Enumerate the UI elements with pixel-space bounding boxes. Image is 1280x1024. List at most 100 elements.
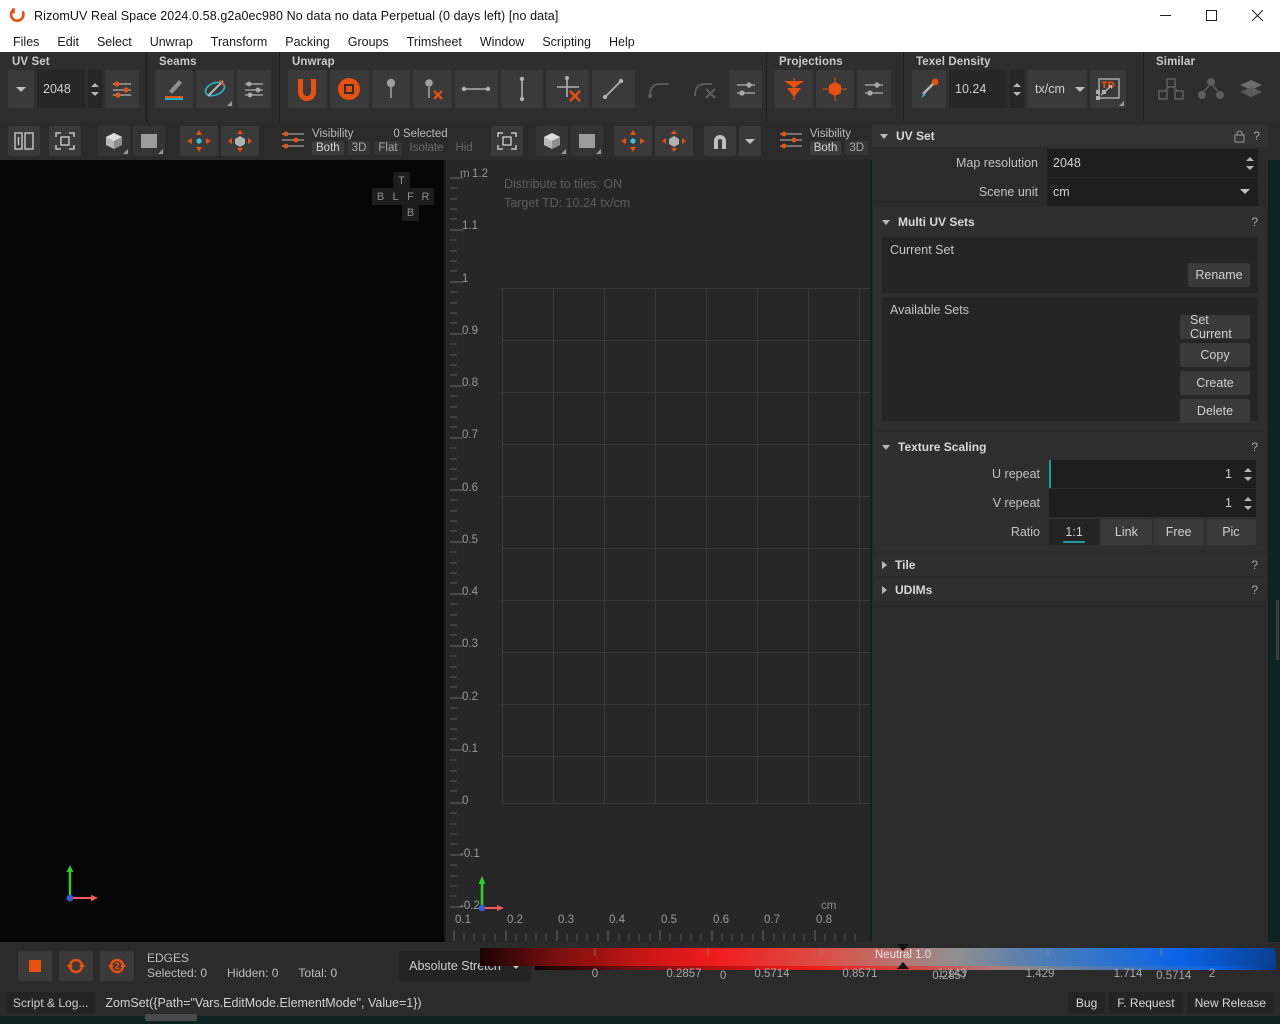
similar-select-filled-icon[interactable] xyxy=(1192,70,1229,108)
texel-density-stepper[interactable] xyxy=(1010,70,1024,108)
uvset-dropdown-button[interactable] xyxy=(8,70,34,108)
input-u-repeat[interactable]: 1 xyxy=(1049,460,1256,488)
center-object-icon[interactable] xyxy=(221,126,259,156)
new-release-button[interactable]: New Release xyxy=(1187,992,1274,1014)
visibility-flat-3d[interactable]: Flat xyxy=(374,141,401,155)
texel-density-unit-select[interactable]: tx/cm xyxy=(1027,70,1087,108)
stretch-mode-select[interactable]: Absolute Stretch xyxy=(399,951,531,981)
map-resolution-value[interactable]: 2048 xyxy=(37,70,85,108)
delete-button[interactable]: Delete xyxy=(1180,399,1250,423)
menu-transform[interactable]: Transform xyxy=(211,35,277,49)
uv-visibility-3d[interactable]: 3D xyxy=(845,141,868,155)
expand-arrow-tile[interactable] xyxy=(882,561,887,569)
weld-seam-icon[interactable] xyxy=(196,70,234,108)
lock-icon[interactable] xyxy=(1234,130,1245,143)
input-v-repeat[interactable]: 1 xyxy=(1049,489,1256,517)
help-icon-tile[interactable]: ? xyxy=(1251,558,1258,572)
unwrap-u-icon[interactable] xyxy=(288,70,327,108)
menu-groups[interactable]: Groups xyxy=(348,35,398,49)
feature-request-button[interactable]: F. Request xyxy=(1109,992,1182,1014)
view-cube-navigator[interactable]: T B L F R B xyxy=(372,172,432,220)
available-sets-box[interactable]: Available Sets Set Current Copy Create D… xyxy=(882,297,1258,421)
uv-visibility-both[interactable]: Both xyxy=(810,141,842,155)
menu-files[interactable]: Files xyxy=(13,35,48,49)
menu-packing[interactable]: Packing xyxy=(285,35,338,49)
section-header-texture-scaling[interactable]: Texture Scaling ? xyxy=(874,436,1266,458)
visibility-hide[interactable]: Hid xyxy=(451,141,476,155)
magnet-dropdown-icon[interactable] xyxy=(739,126,761,156)
collapse-arrow-texture-scaling[interactable] xyxy=(882,445,890,450)
refresh-2-button[interactable]: 2 xyxy=(100,951,134,981)
ratio-free-button[interactable]: Free xyxy=(1154,519,1204,545)
expand-arrow-udims[interactable] xyxy=(882,586,887,594)
center-selection-icon[interactable] xyxy=(180,126,218,156)
unwrap-optimize-icon[interactable] xyxy=(330,70,369,108)
fit-view-3d-icon[interactable] xyxy=(49,126,81,156)
minimize-button[interactable] xyxy=(1142,0,1188,31)
straighten-diagonal-icon[interactable] xyxy=(592,70,635,108)
texel-density-picker-icon[interactable] xyxy=(912,70,946,108)
panel-scrollbar[interactable] xyxy=(1274,600,1280,660)
refresh-button[interactable] xyxy=(59,951,93,981)
viewcube-right[interactable]: R xyxy=(417,188,434,205)
select-scene-unit[interactable]: cm xyxy=(1047,178,1258,206)
align-vertical-icon[interactable] xyxy=(501,70,544,108)
projections-settings-icon[interactable] xyxy=(857,70,891,108)
align-horizontal-icon[interactable] xyxy=(455,70,498,108)
projection-box-icon[interactable] xyxy=(816,70,854,108)
visibility-both-3d[interactable]: Both xyxy=(312,141,344,155)
cut-seam-icon[interactable] xyxy=(155,70,193,108)
help-icon-udims[interactable]: ? xyxy=(1251,583,1258,597)
section-header-uv-set[interactable]: UV Set ? xyxy=(872,125,1268,147)
menu-help[interactable]: Help xyxy=(609,35,644,49)
create-button[interactable]: Create xyxy=(1180,371,1250,395)
menu-unwrap[interactable]: Unwrap xyxy=(150,35,202,49)
curve-flow-icon[interactable] xyxy=(638,70,681,108)
copy-button[interactable]: Copy xyxy=(1180,343,1250,367)
help-icon-texture-scaling[interactable]: ? xyxy=(1251,440,1258,454)
stepper-v-repeat[interactable] xyxy=(1244,489,1252,517)
uv-ruler-horizontal[interactable]: 0.1 0.2 0.3 0.4 0.5 0.6 0.7 0.8 cm xyxy=(446,914,870,942)
viewport-uv[interactable]: Distribute to tiles: ON Target TD: 10.24… xyxy=(446,160,870,942)
set-current-button[interactable]: Set Current xyxy=(1180,315,1250,339)
viewcube-top[interactable]: T xyxy=(393,172,410,189)
stepper-u-repeat[interactable] xyxy=(1244,460,1252,488)
magnet-snap-icon[interactable] xyxy=(704,126,736,156)
section-header-udims[interactable]: UDIMs ? xyxy=(874,579,1266,601)
collapse-arrow-uv-set[interactable] xyxy=(880,134,888,139)
menu-edit[interactable]: Edit xyxy=(57,35,88,49)
fit-view-uv-icon[interactable] xyxy=(491,126,523,156)
uv-shading-flat-icon[interactable] xyxy=(571,126,603,156)
similar-select-outline-icon[interactable] xyxy=(1152,70,1189,108)
close-button[interactable] xyxy=(1234,0,1280,31)
uvset-settings-icon[interactable] xyxy=(105,70,139,108)
unwrap-settings-icon[interactable] xyxy=(729,70,762,108)
split-view-icon[interactable] xyxy=(8,126,40,156)
menu-scripting[interactable]: Scripting xyxy=(542,35,600,49)
similar-stack-icon[interactable] xyxy=(1232,70,1269,108)
visibility-3d-3d[interactable]: 3D xyxy=(348,141,371,155)
uv-shading-3d-icon[interactable] xyxy=(536,126,568,156)
uv-visibility-settings-icon[interactable] xyxy=(778,128,804,155)
align-remove-icon[interactable] xyxy=(546,70,589,108)
stop-button[interactable] xyxy=(18,951,52,981)
maximize-button[interactable] xyxy=(1188,0,1234,31)
menu-window[interactable]: Window xyxy=(480,35,533,49)
seams-settings-icon[interactable] xyxy=(237,70,271,108)
viewcube-bottom[interactable]: B xyxy=(402,204,419,221)
script-log-label[interactable]: Script & Log... xyxy=(6,992,95,1014)
menu-trimsheet[interactable]: Trimsheet xyxy=(407,35,471,49)
bug-button[interactable]: Bug xyxy=(1068,992,1105,1014)
rename-button[interactable]: Rename xyxy=(1188,263,1250,287)
projection-planar-icon[interactable] xyxy=(775,70,813,108)
viewport-3d[interactable]: T B L F R B xyxy=(0,160,444,942)
current-set-box[interactable]: Current Set Rename xyxy=(882,237,1258,293)
input-map-resolution[interactable]: 2048 xyxy=(1047,149,1258,177)
bottom-resize-handle[interactable] xyxy=(145,1014,197,1021)
unpin-icon[interactable] xyxy=(413,70,452,108)
stepper-map-resolution[interactable] xyxy=(1246,149,1254,177)
ratio-pic-button[interactable]: Pic xyxy=(1206,519,1256,545)
visibility-settings-icon[interactable] xyxy=(280,128,306,155)
menu-select[interactable]: Select xyxy=(97,35,141,49)
shading-3d-icon[interactable] xyxy=(98,126,130,156)
